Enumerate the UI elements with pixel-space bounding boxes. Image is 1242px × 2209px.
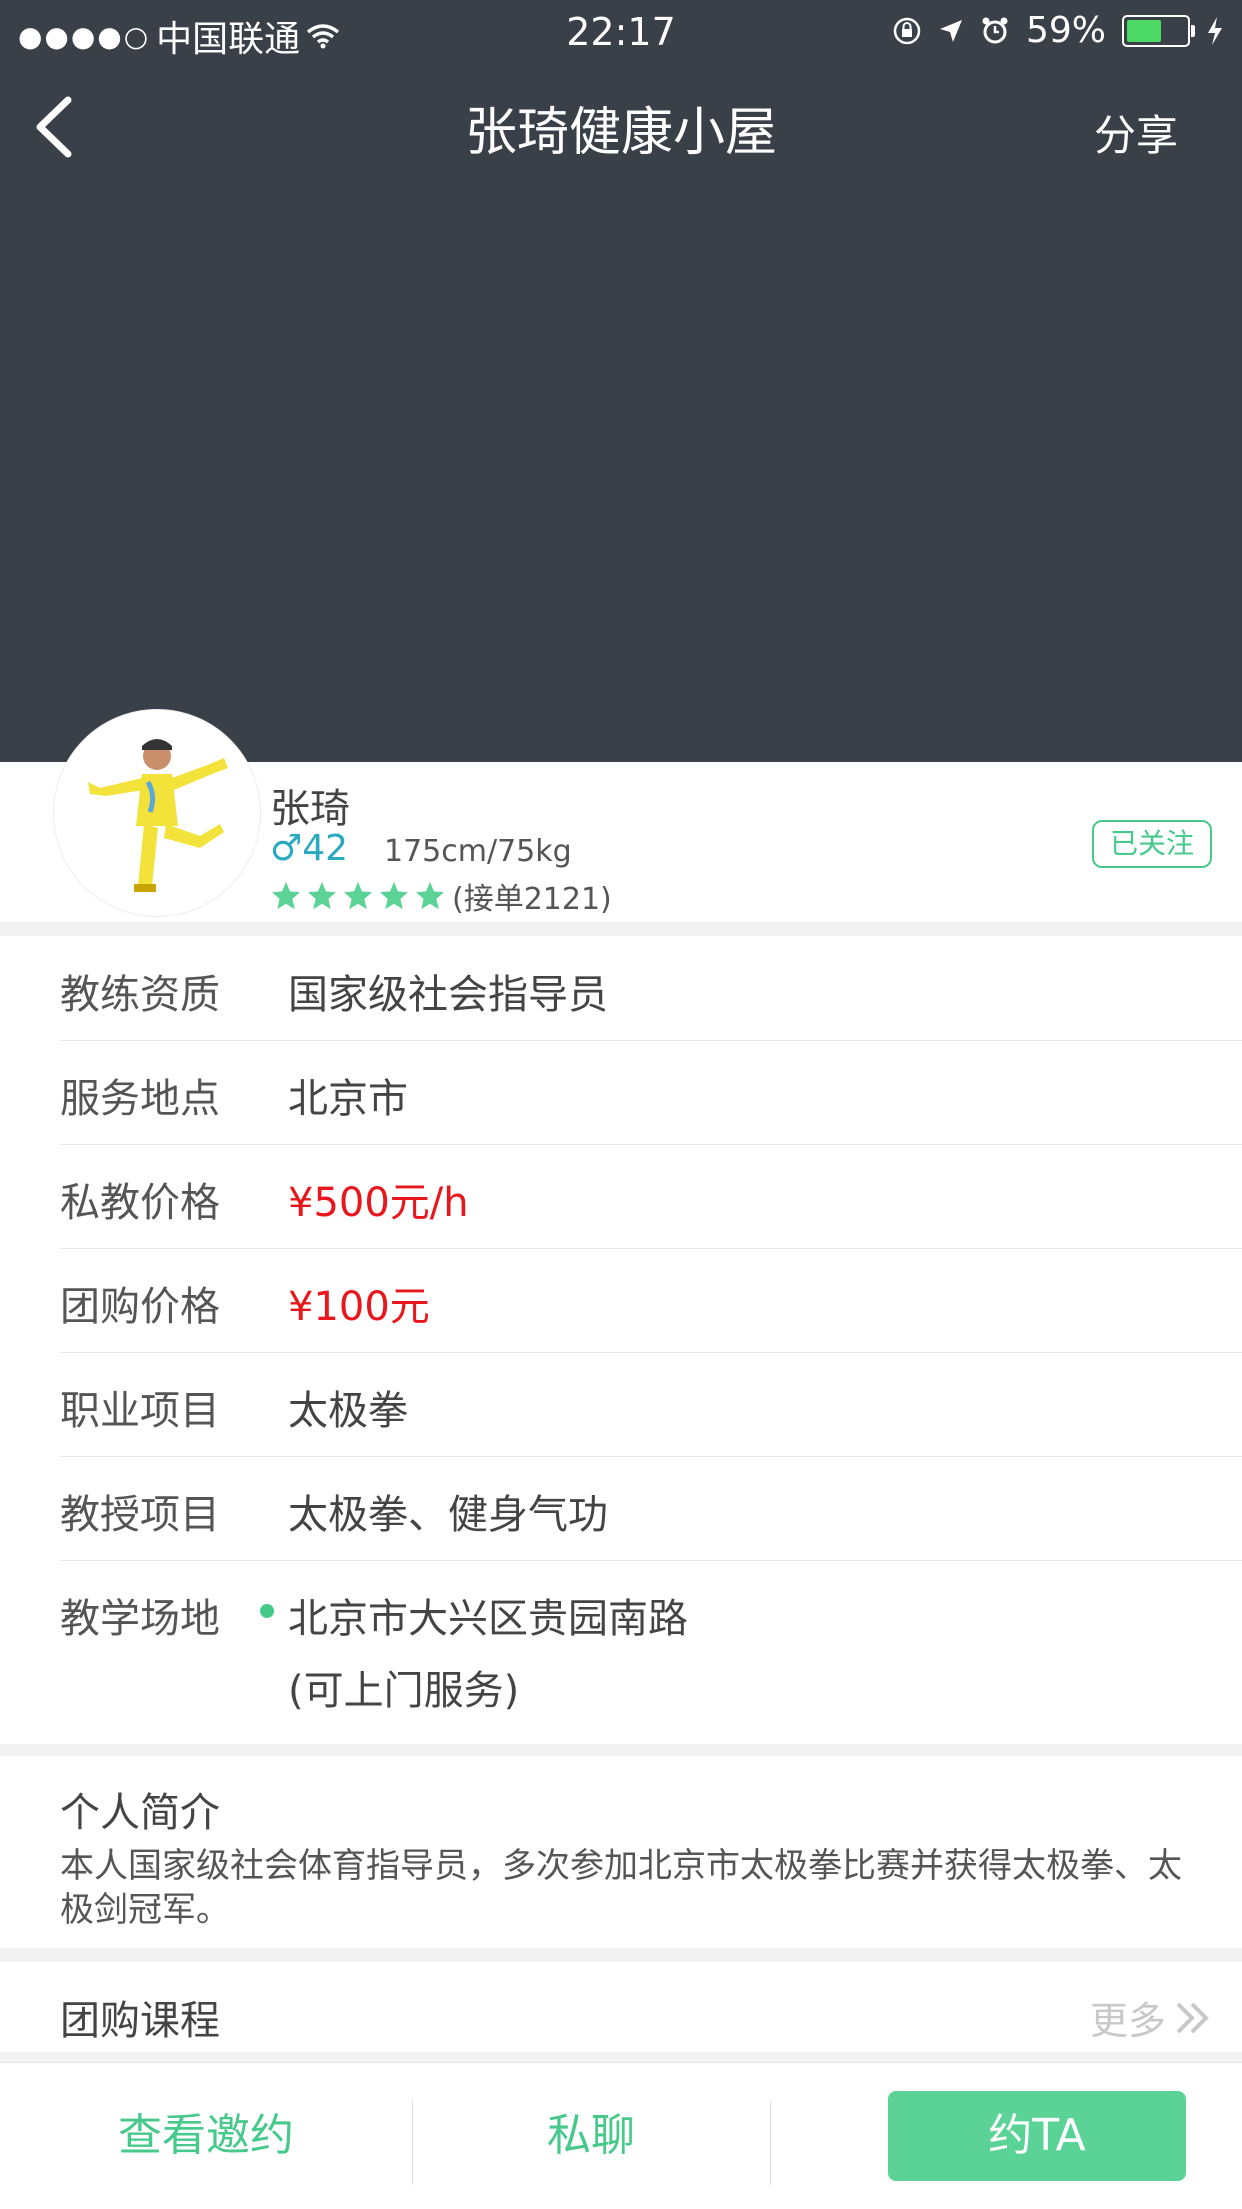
book-coach-button[interactable]: 约TA: [888, 2091, 1186, 2181]
battery-level: [1127, 19, 1161, 42]
more-label: 更多: [1089, 1999, 1166, 2043]
height-weight: 175cm/75kg: [384, 834, 572, 869]
avatar[interactable]: [54, 710, 260, 916]
info-label: 教授项目: [60, 1492, 220, 1538]
coach-info-list: 教练资质 国家级社会指导员 服务地点 北京市 私教价格 ¥500元/h 团购价格…: [0, 936, 1242, 1744]
star-icon: [272, 882, 300, 910]
star-icon: [344, 882, 372, 910]
info-value: ¥500元/h: [288, 1180, 469, 1226]
star-icon: [416, 882, 444, 910]
info-row-private-price: 私教价格 ¥500元/h: [60, 1144, 1242, 1249]
star-icon: [308, 882, 336, 910]
gender-age: ♂42: [270, 828, 349, 869]
info-value: 国家级社会指导员: [288, 972, 608, 1018]
section-heading: 个人简介: [60, 1790, 220, 1836]
info-row-service-location: 服务地点 北京市: [60, 1040, 1242, 1145]
status-bar: ●●●●○ 中国联通 22:17 59%: [0, 0, 1242, 62]
rotation-lock-icon: [893, 17, 921, 44]
alarm-icon: [982, 17, 1008, 43]
info-row-group-price: 团购价格 ¥100元: [60, 1248, 1242, 1353]
info-row-profession: 职业项目 太极拳: [60, 1352, 1242, 1457]
divider: [770, 2101, 771, 2185]
battery-percent: 59%: [1025, 10, 1106, 51]
navigation-bar: 张琦健康小屋 分享: [0, 62, 1242, 192]
info-row-venue: 教学场地 北京市大兴区贵园南路 (可上门服务): [60, 1560, 1242, 1750]
bottom-action-bar: 查看邀约 私聊 约TA: [0, 2062, 1242, 2209]
view-invitations-button[interactable]: 查看邀约: [0, 2063, 412, 2209]
info-value: 北京市: [288, 1076, 408, 1122]
group-course-section: 团购课程 更多: [0, 1962, 1242, 2052]
more-courses-link[interactable]: 更多: [1090, 1990, 1212, 2045]
intro-text: 本人国家级社会体育指导员，多次参加北京市太极拳比赛并获得太极拳、太极剑冠军。: [60, 1846, 1182, 1930]
venue-address[interactable]: 北京市大兴区贵园南路: [288, 1586, 688, 1644]
location-arrow-icon: [939, 19, 962, 42]
personal-intro-section: 个人简介 本人国家级社会体育指导员，多次参加北京市太极拳比赛并获得太极拳、太极剑…: [0, 1756, 1242, 1948]
info-label: 职业项目: [60, 1388, 220, 1434]
section-heading: 团购课程: [60, 1998, 220, 2044]
avatar-photo: [60, 716, 254, 910]
double-chevron-right-icon: [1176, 2002, 1209, 2033]
info-label: 服务地点: [60, 1076, 220, 1122]
star-icon: [380, 882, 408, 910]
info-label: 私教价格: [60, 1180, 220, 1226]
rating: (接单2121): [270, 874, 612, 918]
info-row-qualification: 教练资质 国家级社会指导员: [60, 936, 1242, 1041]
info-label: 教学场地: [60, 1596, 220, 1642]
info-value: 太极拳: [288, 1388, 408, 1434]
info-value: 太极拳、健身气功: [288, 1492, 608, 1538]
charging-bolt-icon: [1208, 16, 1222, 45]
info-value: ¥100元: [288, 1284, 430, 1330]
info-label: 教练资质: [60, 972, 220, 1018]
info-label: 团购价格: [60, 1284, 220, 1330]
share-button[interactable]: 分享: [1094, 102, 1178, 163]
follow-button[interactable]: 已关注: [1092, 820, 1212, 868]
info-row-teaching-items: 教授项目 太极拳、健身气功: [60, 1456, 1242, 1561]
order-count: (接单2121): [452, 882, 612, 917]
private-chat-button[interactable]: 私聊: [412, 2063, 770, 2209]
page-title: 张琦健康小屋: [464, 103, 777, 163]
venue-note: (可上门服务): [288, 1668, 520, 1714]
location-dot-icon: [260, 1604, 274, 1618]
battery-icon: [1122, 14, 1195, 47]
coach-name: 张琦: [270, 786, 350, 832]
